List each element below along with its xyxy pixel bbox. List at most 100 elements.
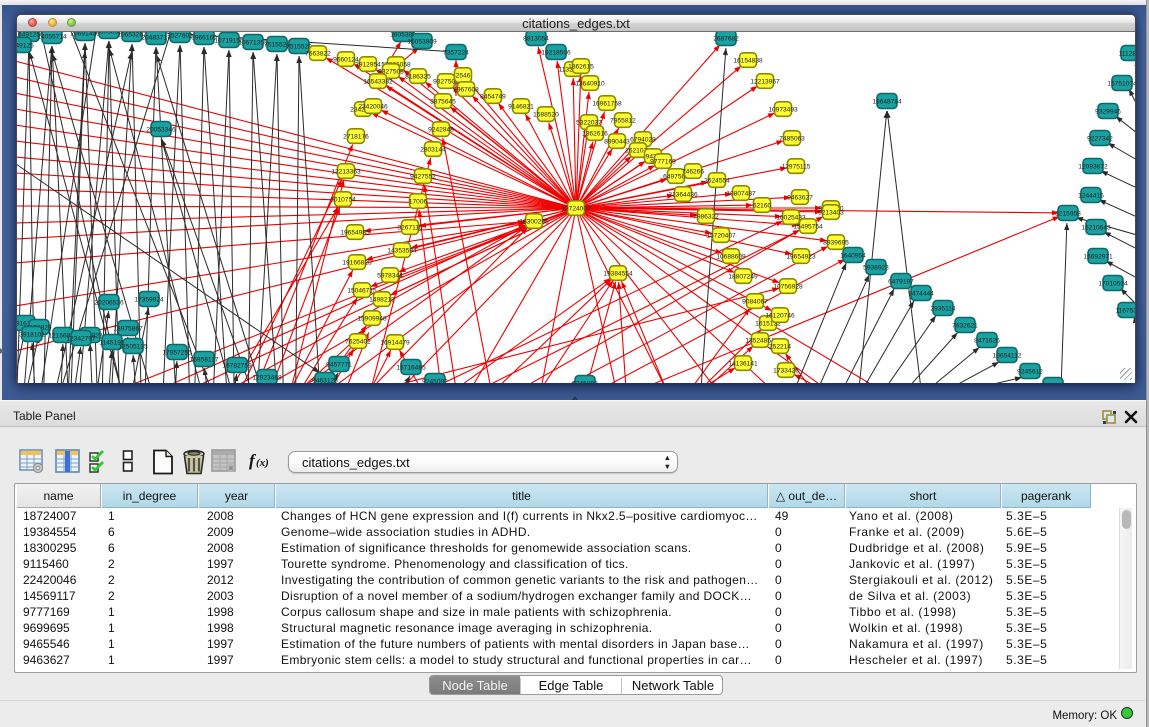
- svg-text:5978344: 5978344: [377, 273, 403, 280]
- svg-text:1498212: 1498212: [369, 297, 395, 304]
- svg-text:16648784: 16648784: [872, 99, 902, 106]
- svg-text:7986322: 7986322: [693, 214, 719, 221]
- svg-text:9777169: 9777169: [650, 159, 676, 166]
- svg-text:1588520: 1588520: [533, 112, 559, 119]
- svg-text:18300295: 18300295: [519, 219, 549, 226]
- svg-text:10807487: 10807487: [726, 191, 756, 198]
- svg-text:8939695: 8939695: [823, 240, 849, 247]
- svg-text:13975867: 13975867: [113, 326, 143, 333]
- svg-text:2967608: 2967608: [453, 87, 479, 94]
- svg-text:6479197: 6479197: [888, 279, 914, 286]
- svg-text:14353594: 14353594: [387, 248, 417, 255]
- svg-text:12342757: 12342757: [66, 336, 96, 343]
- svg-text:23420046: 23420046: [358, 104, 388, 111]
- svg-text:62160: 62160: [753, 203, 772, 210]
- svg-text:2935114: 2935114: [930, 306, 956, 313]
- svg-text:(x): (x): [256, 457, 269, 469]
- svg-text:10973493: 10973493: [768, 107, 798, 114]
- svg-text:1640954: 1640954: [840, 253, 866, 260]
- svg-text:9245612: 9245612: [1017, 369, 1043, 376]
- svg-text:19218506: 19218506: [541, 50, 571, 57]
- svg-text:16543382: 16543382: [363, 79, 393, 86]
- svg-text:2718176: 2718176: [343, 134, 369, 141]
- svg-text:12505135: 12505135: [118, 344, 148, 351]
- svg-text:19166825: 19166825: [342, 260, 372, 267]
- svg-text:1527602: 1527602: [167, 33, 193, 40]
- svg-text:7485063: 7485063: [779, 136, 805, 143]
- svg-text:19654985: 19654985: [340, 230, 370, 237]
- svg-text:3918101: 3918101: [19, 332, 45, 339]
- svg-text:2687682: 2687682: [713, 36, 739, 43]
- svg-text:21364436: 21364436: [668, 192, 698, 199]
- svg-text:1167531: 1167531: [1115, 308, 1135, 315]
- svg-text:7632621: 7632621: [952, 323, 978, 330]
- svg-text:15716485: 15716485: [396, 365, 426, 372]
- svg-text:9457771: 9457771: [326, 362, 352, 369]
- svg-text:10654112: 10654112: [993, 353, 1022, 360]
- svg-text:1362615: 1362615: [568, 64, 594, 71]
- svg-text:16958117: 16958117: [190, 357, 219, 364]
- svg-text:7955812: 7955812: [610, 118, 636, 125]
- svg-text:3912954: 3912954: [355, 62, 381, 69]
- svg-text:9427552: 9427552: [410, 174, 436, 181]
- svg-text:8186325: 8186325: [405, 74, 431, 81]
- svg-text:2803144: 2803144: [420, 147, 446, 154]
- svg-text:17006: 17006: [409, 199, 428, 206]
- svg-text:12923468: 12923468: [252, 375, 282, 382]
- svg-text:12975115: 12975115: [782, 164, 811, 171]
- svg-text:16914479: 16914479: [380, 340, 410, 347]
- svg-text:8990443: 8990443: [604, 139, 630, 146]
- svg-text:9146821: 9146821: [508, 104, 534, 111]
- svg-text:14055714: 14055714: [37, 34, 67, 41]
- svg-text:16120746: 16120746: [765, 313, 795, 320]
- svg-text:9245092: 9245092: [422, 379, 448, 384]
- svg-text:16154838: 16154838: [733, 58, 763, 65]
- svg-text:16782759: 16782759: [222, 363, 252, 370]
- svg-text:15720407: 15720407: [706, 233, 736, 240]
- svg-text:6966160: 6966160: [191, 35, 217, 42]
- svg-text:16961758: 16961758: [592, 101, 622, 108]
- svg-text:1362616: 1362616: [582, 131, 608, 138]
- svg-text:17957255: 17957255: [162, 350, 192, 357]
- svg-text:15692971: 15692971: [1083, 254, 1113, 261]
- svg-text:20206536: 20206536: [94, 300, 124, 307]
- svg-text:1010754: 1010754: [330, 197, 356, 204]
- svg-text:16210643: 16210643: [1081, 225, 1111, 232]
- svg-text:7625402: 7625402: [345, 339, 371, 346]
- svg-text:3267110: 3267110: [397, 225, 423, 232]
- svg-text:12093872: 12093872: [1078, 164, 1108, 171]
- svg-text:8813054: 8813054: [523, 36, 549, 43]
- svg-text:16053809: 16053809: [407, 39, 437, 46]
- svg-text:17359924: 17359924: [134, 297, 164, 304]
- svg-text:1733426: 1733426: [773, 368, 799, 375]
- svg-text:9463627: 9463627: [787, 195, 813, 202]
- svg-text:8471626: 8471626: [974, 338, 1000, 345]
- svg-text:17010504: 17010504: [1098, 281, 1128, 288]
- svg-text:20053346: 20053346: [146, 127, 176, 134]
- svg-text:15495754: 15495754: [793, 224, 823, 231]
- svg-text:15909948: 15909948: [357, 316, 387, 323]
- svg-text:3624554: 3624554: [704, 178, 730, 185]
- svg-text:8454749: 8454749: [480, 94, 506, 101]
- svg-text:9084067: 9084067: [742, 299, 768, 306]
- svg-text:3875645: 3875645: [430, 99, 456, 106]
- svg-text:9463125: 9463125: [312, 378, 338, 384]
- svg-text:10688609: 10688609: [716, 254, 746, 261]
- svg-text:15046715: 15046715: [347, 288, 377, 295]
- svg-text:9213403: 9213403: [818, 210, 844, 217]
- svg-text:18807249: 18807249: [728, 274, 758, 281]
- svg-text:1649125: 1649125: [17, 43, 34, 50]
- svg-text:15751074: 15751074: [1107, 81, 1135, 88]
- svg-text:746266: 746266: [682, 169, 704, 176]
- svg-text:9227342: 9227342: [1087, 136, 1113, 143]
- svg-text:2546: 2546: [456, 73, 471, 80]
- svg-text:14136141: 14136141: [728, 361, 758, 368]
- svg-text:7515520: 7515520: [286, 44, 312, 51]
- svg-text:1112893: 1112893: [1119, 51, 1135, 58]
- svg-text:7663822: 7663822: [305, 51, 331, 58]
- svg-text:7357224: 7357224: [443, 50, 469, 57]
- svg-text:10756928: 10756928: [773, 284, 803, 291]
- svg-text:13640910: 13640910: [575, 81, 605, 88]
- svg-text:9245613: 9245613: [1040, 383, 1066, 384]
- svg-text:19384554: 19384554: [603, 271, 633, 278]
